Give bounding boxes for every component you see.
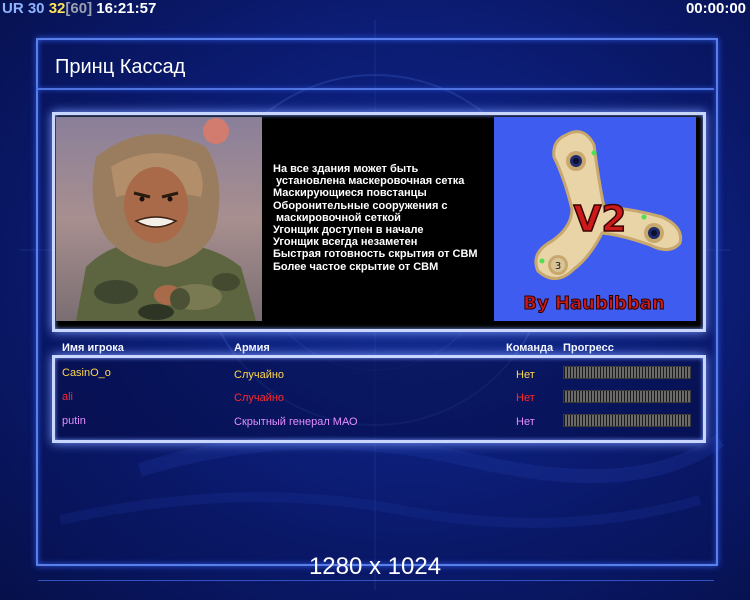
hud-timer: 00:00:00: [685, 0, 746, 17]
hud-limit: [60]: [65, 0, 93, 17]
title-divider: [38, 88, 714, 90]
map-credit: By Haubibban: [523, 293, 665, 314]
general-portrait: [56, 117, 262, 321]
start-marker-label: 3: [555, 261, 561, 272]
feature-item: маскировочной сеткой: [273, 211, 401, 224]
player-name: ali: [62, 391, 74, 403]
player-progress-bar: [563, 414, 691, 427]
feature-item: Более частое скрытие от СВМ: [273, 260, 439, 273]
hud-ur-label: UR: [2, 0, 24, 17]
hud-clock: 16:21:57: [96, 0, 157, 17]
feature-item: Угонщик всегда незаметен: [273, 236, 418, 249]
player-progress-bar: [563, 390, 691, 403]
feature-item: Маскирующиеся повстанцы: [273, 187, 427, 200]
map-title-v2: V2: [574, 199, 627, 240]
feature-item: Быстрая готовность скрытия от СВМ: [273, 248, 478, 261]
column-header-player: Имя игрока: [62, 342, 124, 354]
column-header-army: Армия: [234, 342, 270, 354]
feature-item: Оборонительные сооружения с: [273, 199, 448, 212]
player-army: Скрытный генерал МАО: [234, 416, 358, 428]
player-team: Нет: [516, 369, 535, 381]
hud-count: 32: [48, 0, 66, 17]
hud-fps: 30: [27, 0, 45, 17]
feature-item: Угонщик доступен в начале: [273, 224, 424, 237]
player-progress-bar: [563, 366, 691, 379]
map-preview: 3 V2 By Haubibban: [494, 117, 696, 321]
player-army: Случайно: [234, 369, 285, 381]
column-header-team: Команда: [506, 342, 554, 354]
bottom-divider: [38, 580, 714, 593]
general-features-list: На все здания может быть установлена мас…: [273, 163, 493, 273]
hud-stats: UR 30 32[60] 16:21:57: [2, 0, 156, 17]
player-name: putin: [62, 415, 86, 427]
column-header-progress: Прогресс: [563, 342, 614, 354]
feature-item: установлена маскеровочная сетка: [273, 175, 465, 188]
resolution-label: 1280 x 1024: [308, 553, 442, 580]
player-army: Случайно: [234, 392, 285, 404]
feature-item: На все здания может быть: [273, 163, 419, 175]
player-name: CasinO_o: [62, 367, 111, 379]
page-title: Принц Кассад: [55, 56, 186, 78]
player-team: Нет: [516, 392, 535, 404]
player-team: Нет: [516, 416, 535, 428]
